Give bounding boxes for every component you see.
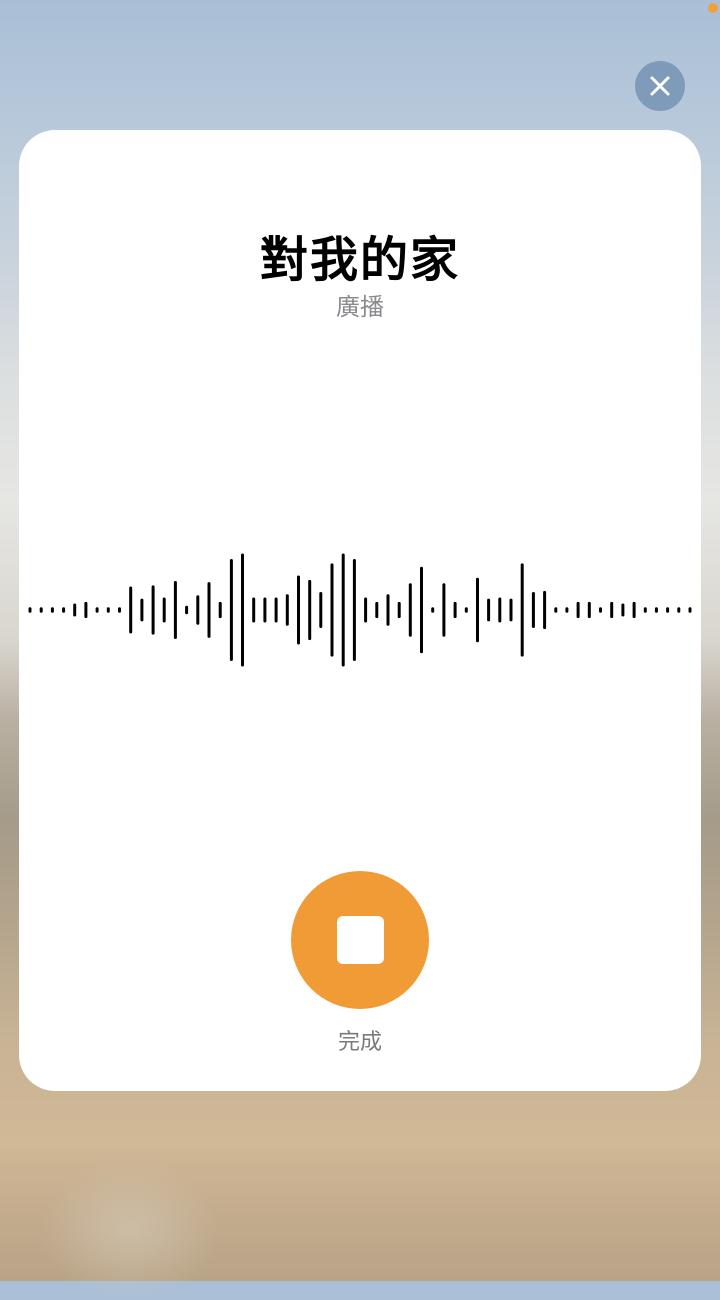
stop-button[interactable] [291,871,429,1009]
stop-square-icon [337,916,384,964]
page-title: 對我的家 [259,232,460,288]
background-blur [40,1160,220,1300]
audio-waveform [28,553,692,667]
page-subtitle: 廣播 [336,293,384,321]
done-label: 完成 [337,1030,382,1055]
close-x-icon [650,76,670,96]
microphone-privacy-indicator [708,3,718,13]
close-button[interactable] [635,61,685,111]
intercom-card: 對我的家 廣播 完成 [19,130,701,1091]
